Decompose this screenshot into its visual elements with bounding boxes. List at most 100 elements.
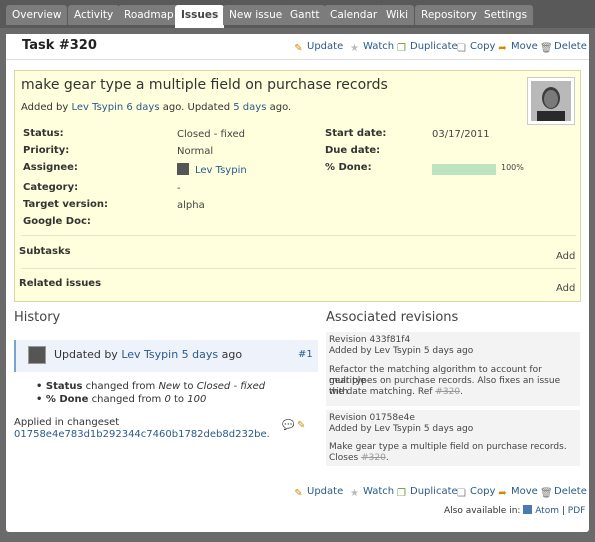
quote-icon[interactable]: 💬	[282, 420, 294, 431]
priority-label: Priority:	[23, 145, 70, 156]
google-doc-label: Google Doc:	[23, 216, 91, 227]
author-link[interactable]: Lev Tsypin	[72, 102, 124, 113]
watch-button[interactable]: ★ Watch	[349, 485, 394, 499]
history-heading: History	[14, 310, 61, 325]
tab-activity[interactable]: Activity	[68, 5, 120, 25]
export-formats: Also available in: Atom | PDF	[444, 505, 586, 516]
journal-number-link[interactable]: #1	[298, 349, 313, 360]
pencil-icon: ✎	[294, 488, 303, 499]
subtasks-label: Subtasks	[19, 246, 71, 257]
due-date-label: Due date:	[325, 145, 381, 156]
trash-icon: 🗑	[540, 488, 553, 499]
duplicate-icon: ❐	[397, 488, 406, 499]
tab-gantt[interactable]: Gantt	[284, 5, 326, 25]
move-arrow-icon: ➦	[498, 488, 507, 499]
move-button[interactable]: ➦ Move	[497, 40, 538, 54]
user-photo	[531, 81, 571, 121]
revision-link[interactable]: Revision 01758e4e	[329, 413, 415, 424]
copy-button[interactable]: ❏ Copy	[456, 485, 495, 499]
duplicate-button[interactable]: ❐ Duplicate	[396, 485, 458, 499]
delete-button[interactable]: 🗑Delete	[540, 485, 587, 499]
revision-item: Revision 01758e4e Added by Lev Tsypin 5 …	[326, 410, 580, 466]
added-ago-link[interactable]: 6 days	[126, 102, 159, 113]
issue-author-line: Added by Lev Tsypin 6 days ago. Updated …	[21, 102, 292, 113]
issue-details: make gear type a multiple field on purch…	[14, 70, 581, 302]
star-icon: ★	[350, 488, 359, 499]
revision-author: Added by Lev Tsypin 5 days ago	[329, 424, 474, 434]
category-value: -	[177, 183, 181, 194]
revision-link[interactable]: Revision 433f81f4	[329, 335, 410, 346]
tab-calendar[interactable]: Calendar	[324, 5, 384, 25]
avatar	[28, 346, 46, 364]
page-title: Task #320	[22, 38, 97, 53]
target-version-label: Target version:	[23, 199, 109, 210]
copy-icon: ❏	[457, 488, 466, 499]
avatar	[527, 77, 575, 125]
tab-wiki[interactable]: Wiki	[380, 5, 415, 25]
progress-fill	[432, 164, 496, 175]
revision-message-line: the date matching. Ref #320.	[329, 387, 463, 397]
duplicate-button[interactable]: ❐ Duplicate	[396, 40, 458, 54]
add-related-link[interactable]: Add	[556, 283, 575, 294]
tab-overview[interactable]: Overview	[6, 5, 68, 25]
atom-link[interactable]: Atom	[535, 506, 559, 516]
issue-ref-link[interactable]: #320	[435, 387, 460, 397]
change-done: • % Done changed from 0 to 100	[36, 394, 207, 405]
assignee-avatar	[177, 163, 189, 175]
update-button[interactable]: ✎ Update	[293, 485, 343, 499]
journal-author-link[interactable]: Lev Tsypin	[121, 348, 178, 361]
revisions-heading: Associated revisions	[326, 310, 459, 325]
priority-value: Normal	[177, 146, 214, 157]
page-footer	[0, 534, 595, 542]
journal-ago-link[interactable]: 5 days	[182, 348, 218, 361]
revision-message-line: Closes #320.	[329, 453, 389, 463]
revision-item: Revision 433f81f4 Added by Lev Tsypin 5 …	[326, 332, 580, 406]
trash-icon: 🗑	[540, 43, 553, 54]
tab-repository[interactable]: Repository	[415, 5, 483, 25]
status-label: Status:	[23, 128, 64, 139]
tab-issues[interactable]: Issues	[175, 5, 225, 28]
start-date-value: 03/17/2011	[432, 129, 490, 140]
issue-subject: make gear type a multiple field on purch…	[21, 77, 388, 93]
copy-icon: ❏	[457, 43, 466, 54]
add-subtask-link[interactable]: Add	[556, 251, 575, 262]
copy-button[interactable]: ❏ Copy	[456, 40, 495, 54]
atom-feed-icon	[523, 505, 533, 514]
update-button[interactable]: ✎ Update	[293, 40, 343, 54]
updated-ago-link[interactable]: 5 days	[233, 102, 266, 113]
assignee-value: Lev Tsypin	[177, 163, 247, 176]
revision-author: Added by Lev Tsypin 5 days ago	[329, 346, 474, 356]
tab-new-issue[interactable]: New issue	[223, 5, 289, 25]
tab-roadmap[interactable]: Roadmap	[118, 5, 180, 25]
journal-title: Updated by Lev Tsypin 5 days ago	[54, 348, 243, 361]
status-value: Closed - fixed	[177, 129, 245, 140]
move-button[interactable]: ➦ Move	[497, 485, 538, 499]
changeset-link[interactable]: 01758e4e783d1b292344c7460b1782deb8d232be…	[14, 429, 270, 440]
progress-bar	[432, 164, 496, 175]
edit-pencil-icon[interactable]: ✎	[297, 420, 305, 431]
duplicate-icon: ❐	[397, 43, 406, 54]
journal-header: Updated by Lev Tsypin 5 days ago #1	[14, 340, 318, 372]
delete-button[interactable]: 🗑Delete	[540, 40, 587, 54]
issue-header: Task #320 ✎ Update ★ Watch ❐ Duplicate ❏ Cop…	[6, 34, 589, 60]
assignee-label: Assignee:	[23, 162, 78, 173]
issue-ref-link[interactable]: #320	[361, 453, 386, 463]
move-arrow-icon: ➦	[498, 43, 507, 54]
bottom-actions: ✎ Update ★ Watch ❐ Duplicate ❏ Copy ➦ Move 🗑D…	[293, 485, 587, 499]
applied-changeset-label: Applied in changeset	[14, 417, 120, 428]
divider	[21, 235, 576, 236]
start-date-label: Start date:	[325, 128, 387, 139]
category-label: Category:	[23, 182, 79, 193]
main-menu-tabs: Overview Activity Roadmap Issues New iss…	[0, 0, 595, 28]
done-label: % Done:	[325, 162, 372, 173]
related-issues-label: Related issues	[19, 278, 102, 289]
pdf-link[interactable]: PDF	[568, 506, 586, 516]
watch-button[interactable]: ★ Watch	[349, 40, 394, 54]
target-version-link[interactable]: alpha	[177, 200, 205, 211]
assignee-link[interactable]: Lev Tsypin	[195, 165, 247, 176]
change-status: • Status changed from New to Closed - fi…	[36, 381, 266, 392]
top-actions: ✎ Update ★ Watch ❐ Duplicate ❏ Copy ➦ Move 🗑D…	[293, 40, 587, 54]
content-panel: Task #320 ✎ Update ★ Watch ❐ Duplicate ❏ Cop…	[6, 34, 589, 532]
divider	[21, 268, 576, 269]
tab-settings[interactable]: Settings	[478, 5, 534, 25]
